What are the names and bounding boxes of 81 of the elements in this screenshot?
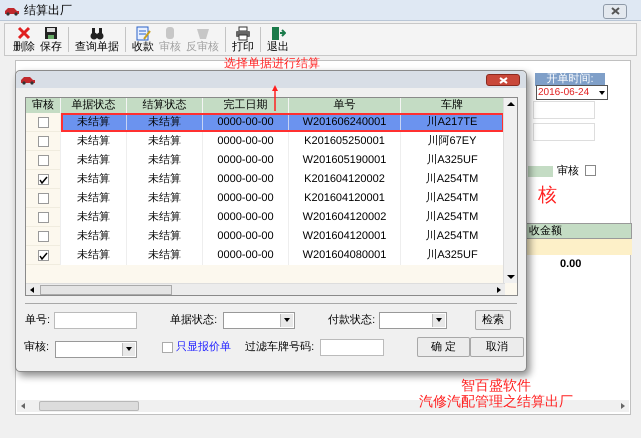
search-button[interactable]: 检索	[475, 310, 512, 330]
checkbox[interactable]	[585, 165, 596, 176]
horizontal-scrollbar[interactable]	[26, 283, 505, 295]
check-icon	[38, 252, 48, 260]
vertical-scrollbar[interactable]	[503, 98, 517, 283]
arrow-down-icon	[506, 273, 516, 281]
column-header: 结算状态	[127, 98, 203, 113]
annotation-text: 汽修汽配管理之结算出厂	[419, 393, 573, 409]
arrow-right-icon	[495, 284, 503, 294]
exit-icon	[270, 25, 286, 41]
input-field[interactable]	[533, 123, 595, 141]
save-icon	[43, 25, 59, 41]
window-title: 结算出厂	[24, 2, 72, 19]
toolbar-button[interactable]: 查询单据	[73, 24, 121, 55]
close-button[interactable]	[486, 74, 520, 86]
audit-label: 审核	[557, 165, 579, 178]
column-header: 收金额	[526, 223, 632, 239]
column-header: 车牌	[401, 98, 504, 113]
field-label: 审核:	[24, 340, 50, 354]
table-cell: 未结算	[127, 246, 203, 265]
checkbox[interactable]	[38, 136, 48, 147]
toolbar-button[interactable]: 退出	[265, 24, 291, 55]
close-icon	[498, 76, 508, 84]
toolbar-button[interactable]: 删除	[11, 24, 37, 55]
table-row[interactable]: 未结算 未结算 0000-00-00 W201606240001 川A217TE	[61, 113, 504, 132]
column-header: 完工日期	[203, 98, 289, 113]
field-label: 过滤车牌号码:	[245, 340, 314, 354]
table-row[interactable]: 未结算 未结算 0000-00-00 K201604120002 川A254TM	[61, 170, 504, 189]
table-row[interactable]: 未结算 未结算 0000-00-00 K201605250001 川阿67EY	[61, 132, 504, 151]
annotation-text: 智百盛软件	[461, 377, 531, 393]
arrow-right-icon	[619, 401, 627, 411]
input-field[interactable]	[533, 101, 595, 119]
table-row[interactable]: 未结算 未结算 0000-00-00 W201604120001 川A254TM	[61, 227, 504, 246]
toolbar-button[interactable]: 保存	[38, 24, 64, 55]
toolbar-button[interactable]: 收款	[130, 24, 156, 55]
close-button[interactable]	[603, 4, 627, 18]
car-icon	[20, 74, 36, 85]
ok-button[interactable]: 确 定	[417, 337, 470, 357]
column-header: 单号	[289, 98, 401, 113]
checkbox-label[interactable]: 只显报价单	[176, 340, 232, 354]
arrow-up-icon	[506, 100, 516, 108]
checkbox[interactable]	[38, 193, 48, 204]
table-row[interactable]: 未结算 未结算 0000-00-00 W201605190001 川A325UF	[61, 151, 504, 170]
table-row[interactable]: 未结算 未结算 0000-00-00 W201604080001 川A325UF	[61, 246, 504, 265]
dropdown[interactable]	[55, 340, 138, 358]
table-cell: 0000-00-00	[203, 246, 289, 265]
column-header: 审核	[26, 98, 61, 113]
checkbox[interactable]	[38, 117, 48, 128]
toolbar-button[interactable]: 打印	[230, 24, 256, 55]
table-cell: 0.00	[560, 258, 582, 271]
binoculars-icon	[89, 25, 105, 41]
check-icon	[38, 176, 48, 184]
checkbox[interactable]	[38, 155, 48, 166]
table-row[interactable]: 未结算 未结算 0000-00-00 K201604120001 川A254TM	[61, 189, 504, 208]
column-header: 单据状态	[61, 98, 127, 113]
table-row[interactable]: 未结算 未结算 0000-00-00 W201604120002 川A254TM	[61, 208, 504, 227]
checkbox[interactable]	[38, 212, 48, 223]
arrow-left-icon	[19, 401, 27, 411]
delete-icon	[16, 25, 32, 41]
date-dropdown[interactable]: 2016-06-24	[536, 85, 608, 100]
annotation-text: 选择单据进行结算	[224, 56, 320, 70]
status-text: 核	[538, 185, 557, 207]
input-field[interactable]	[320, 338, 384, 356]
column-header: 开单时间:	[535, 73, 605, 86]
annotation-arrow	[272, 85, 278, 111]
label-background	[528, 166, 553, 177]
dropdown[interactable]	[223, 312, 296, 328]
cancel-button[interactable]: 取消	[470, 337, 524, 357]
field-label: 单号:	[25, 314, 50, 326]
arrow-left-icon	[28, 284, 36, 294]
input-field[interactable]	[54, 312, 138, 328]
dropdown[interactable]	[379, 312, 448, 328]
checkbox[interactable]	[38, 174, 48, 185]
table-cell: W201604080001	[289, 246, 401, 265]
close-icon	[610, 7, 620, 15]
table-cell: 未结算	[61, 246, 127, 265]
checkbox[interactable]	[162, 342, 174, 352]
checkbox[interactable]	[38, 250, 48, 261]
field-label: 付款状态:	[328, 314, 376, 326]
checkbox[interactable]	[38, 231, 48, 242]
field-label: 单据状态:	[170, 314, 218, 326]
